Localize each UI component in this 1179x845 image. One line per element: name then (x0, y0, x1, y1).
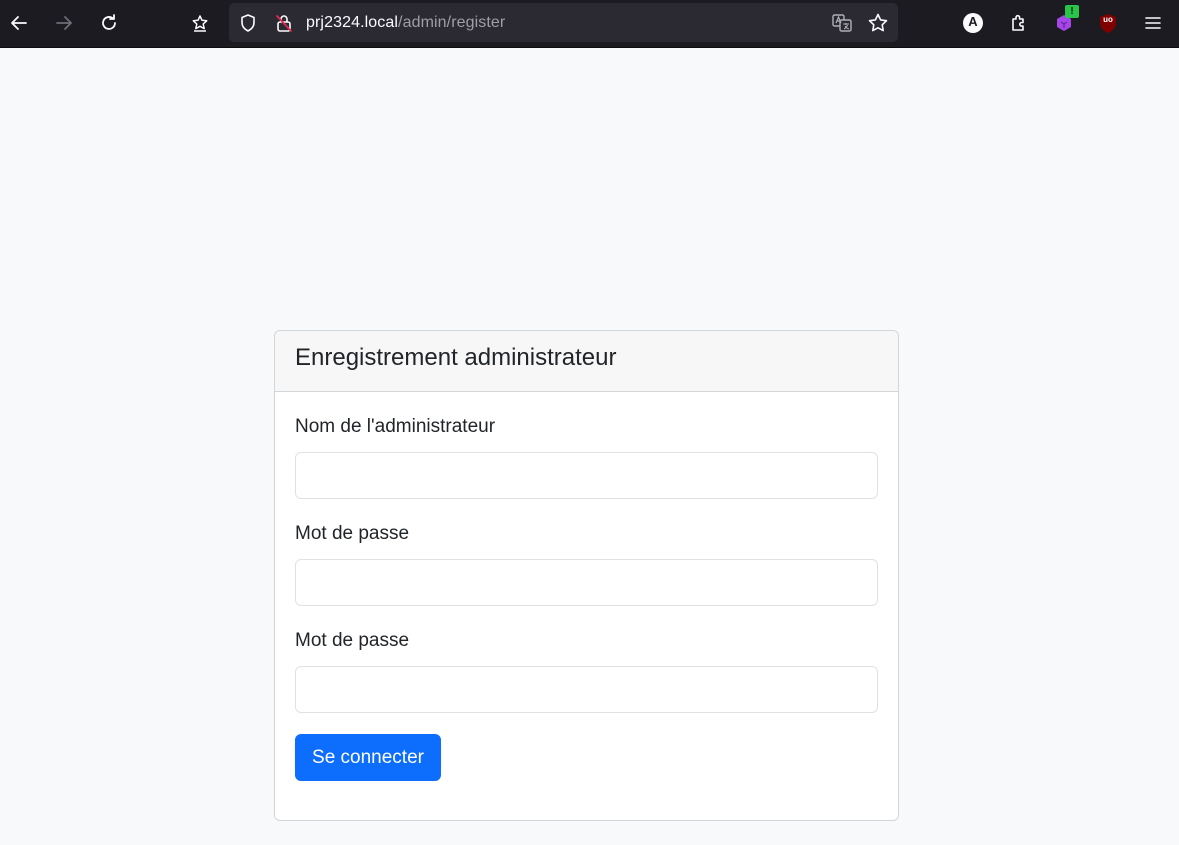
url-host: prj2324.local (306, 14, 399, 31)
extension-dev-button[interactable]: ! (1048, 5, 1080, 38)
bookmark-star-icon (192, 15, 208, 32)
register-card: Enregistrement administrateur Nom de l'a… (274, 330, 899, 821)
back-button[interactable] (3, 8, 35, 38)
admin-name-input[interactable] (295, 452, 878, 499)
extension-badge: ! (1065, 5, 1079, 18)
account-button[interactable]: A (957, 8, 989, 38)
translate-icon[interactable] (831, 12, 853, 34)
forward-button[interactable] (48, 8, 80, 38)
arrow-left-icon (11, 16, 27, 30)
bookmarks-button[interactable] (184, 8, 216, 38)
url-path: /admin/register (398, 14, 506, 31)
browser-toolbar: prj2324.local/admin/register A ! uo (0, 0, 1179, 48)
ublock-label: uo (1103, 15, 1113, 24)
submit-button[interactable]: Se connecter (295, 734, 441, 781)
puzzle-icon (1012, 14, 1024, 31)
hamburger-menu-icon (1145, 17, 1161, 29)
reload-button[interactable] (93, 8, 125, 38)
account-letter: A (968, 14, 978, 29)
shield-icon[interactable] (237, 12, 259, 34)
card-header: Enregistrement administrateur (275, 331, 898, 392)
admin-name-label: Nom de l'administrateur (295, 416, 496, 437)
card-title: Enregistrement administrateur (295, 344, 617, 371)
reload-icon (102, 14, 116, 30)
insecure-lock-icon[interactable] (273, 12, 295, 34)
password-input[interactable] (295, 559, 878, 606)
ublock-button[interactable]: uo (1092, 8, 1124, 38)
extensions-button[interactable] (1003, 8, 1035, 38)
password-confirm-label: Mot de passe (295, 630, 410, 651)
arrow-right-icon (56, 16, 72, 30)
password-confirm-input[interactable] (295, 666, 878, 713)
bookmark-star-page-icon[interactable] (867, 12, 889, 34)
menu-button[interactable] (1137, 8, 1169, 38)
url-text[interactable]: prj2324.local/admin/register (306, 14, 505, 32)
address-bar[interactable]: prj2324.local/admin/register (229, 3, 898, 42)
password-label: Mot de passe (295, 523, 410, 544)
